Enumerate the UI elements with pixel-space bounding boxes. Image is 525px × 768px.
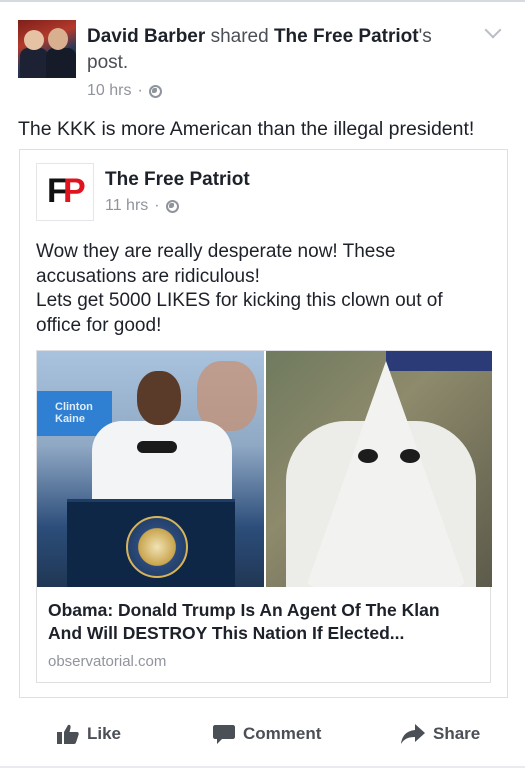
possessive: 's (418, 26, 432, 47)
campaign-sign-text: Clinton Kaine (55, 401, 93, 425)
like-button[interactable]: Like (57, 724, 121, 744)
post-action-bar: Like Comment Share (0, 724, 525, 768)
shared-page-name[interactable]: The Free Patriot (105, 169, 250, 191)
hood-eye (400, 449, 420, 463)
share-label: Share (433, 724, 481, 743)
link-title[interactable]: Obama: Donald Trump Is An Agent Of The K… (48, 599, 488, 645)
hooded-figure-photo (266, 351, 492, 587)
speech-bubble-icon (213, 725, 235, 744)
shared-text-line: accusations are ridiculous! (36, 265, 260, 287)
author-avatar[interactable] (18, 20, 76, 78)
action-text: shared (210, 26, 269, 47)
news-feed-post: David Barber shared The Free Patriot's p… (0, 0, 525, 766)
logo-letter-f: F (47, 172, 68, 210)
share-arrow-icon (401, 724, 425, 744)
post-timestamp[interactable]: 10 hrs (87, 82, 131, 100)
presidential-seal (126, 516, 188, 578)
shared-post-text: Wow they are really desperate now! These… (36, 240, 496, 338)
comment-label: Comment (243, 724, 322, 743)
page-logo[interactable]: F P (36, 163, 94, 221)
comment-button[interactable]: Comment (213, 724, 321, 744)
logo-letter-p: P (63, 172, 86, 210)
link-preview-image[interactable]: Clinton Kaine (37, 351, 492, 587)
author-name[interactable]: David Barber (87, 26, 205, 47)
shared-page-link[interactable]: The Free Patriot (274, 26, 419, 47)
globe-icon (148, 84, 162, 98)
shared-text-line: Wow they are really desperate now! These (36, 241, 396, 262)
post-link-word[interactable]: post. (87, 52, 128, 73)
meta-separator: · (137, 82, 143, 99)
thumbs-up-icon (57, 724, 79, 744)
shared-post-meta: 11 hrs · (105, 197, 179, 215)
shared-text-line: Lets get 5000 LIKES for kicking this clo… (36, 290, 443, 311)
like-label: Like (87, 724, 122, 743)
microphone (137, 441, 177, 453)
post-heading: David Barber shared The Free Patriot's p… (87, 24, 467, 76)
link-title-line: And Will DESTROY This Nation If Elected.… (48, 623, 405, 643)
link-domain: observatorial.com (48, 653, 167, 670)
meta-separator: · (154, 197, 160, 214)
hood-eye (358, 449, 378, 463)
speaker-photo: Clinton Kaine (37, 351, 264, 587)
shared-post: F P The Free Patriot 11 hrs · Wow they a… (19, 149, 508, 698)
share-button[interactable]: Share (401, 724, 480, 744)
chevron-down-icon[interactable] (484, 21, 502, 39)
post-status-text: The KKK is more American than the illega… (18, 118, 475, 140)
globe-icon (165, 199, 179, 213)
link-preview-card[interactable]: Clinton Kaine Obama: Donald Trump Is An … (36, 350, 492, 683)
post-meta: 10 hrs · (87, 82, 162, 100)
link-title-line: Obama: Donald Trump Is An Agent Of The K… (48, 600, 440, 620)
shared-text-line: office for good! (36, 314, 162, 336)
shared-post-timestamp[interactable]: 11 hrs (105, 197, 148, 215)
